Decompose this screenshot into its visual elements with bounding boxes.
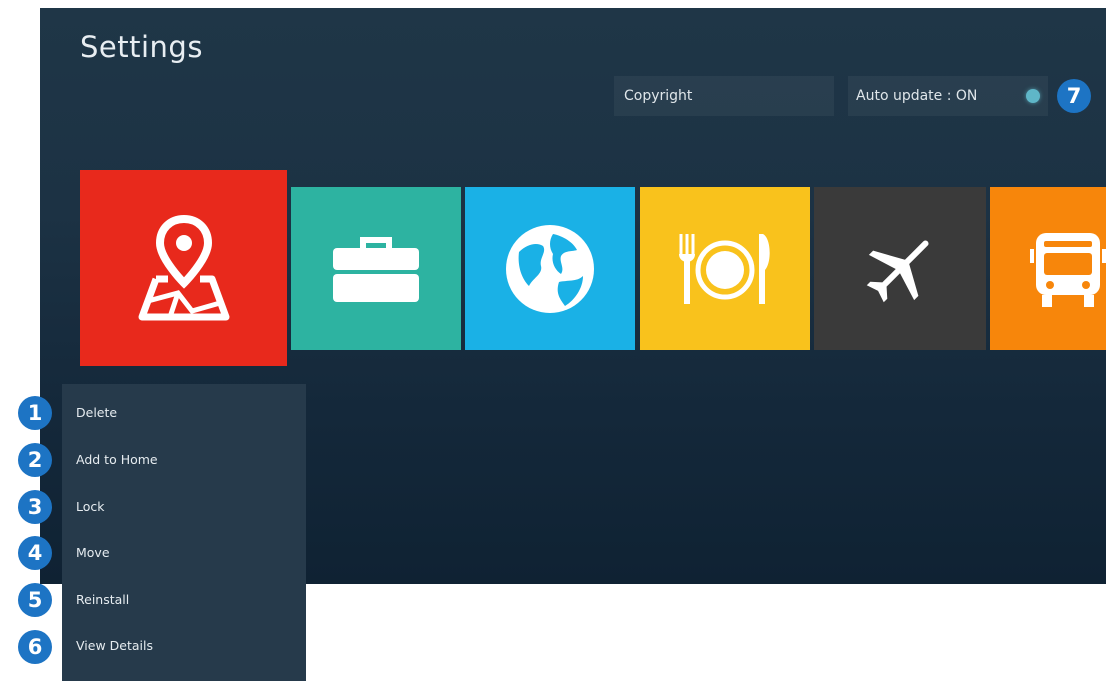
app-tile-bus[interactable]: [990, 187, 1106, 350]
globe-icon: [506, 224, 594, 313]
menu-item-delete[interactable]: Delete: [76, 403, 117, 423]
app-tile-globe[interactable]: [465, 187, 635, 350]
menu-item-lock[interactable]: Lock: [76, 497, 105, 517]
auto-update-button[interactable]: Auto update : ON: [848, 76, 1048, 116]
copyright-button[interactable]: Copyright: [614, 76, 834, 116]
bus-icon: [1030, 232, 1106, 307]
context-menu: Delete Add to Home Lock Move Reinstall V…: [62, 384, 306, 681]
app-tile-restaurant[interactable]: [640, 187, 810, 350]
app-tile-briefcase[interactable]: [291, 187, 461, 350]
callout-badge-5: 5: [18, 583, 52, 617]
menu-item-move[interactable]: Move: [76, 543, 110, 563]
callout-badge-7: 7: [1057, 79, 1091, 113]
callout-badge-3: 3: [18, 490, 52, 524]
auto-update-indicator: [1026, 89, 1040, 103]
airplane-icon: [866, 239, 929, 302]
callout-badge-6: 6: [18, 630, 52, 664]
menu-item-view-details[interactable]: View Details: [76, 636, 153, 656]
app-tile-maps[interactable]: [80, 170, 287, 366]
menu-item-reinstall[interactable]: Reinstall: [76, 590, 129, 610]
callout-badge-2: 2: [18, 443, 52, 477]
map-pin-icon: [138, 214, 229, 321]
callout-badge-1: 1: [18, 396, 52, 430]
callout-badge-4: 4: [18, 536, 52, 570]
menu-item-add-to-home[interactable]: Add to Home: [76, 450, 158, 470]
restaurant-icon: [679, 233, 770, 304]
page-title: Settings: [80, 30, 203, 64]
app-tile-flights[interactable]: [814, 187, 986, 350]
briefcase-icon: [333, 236, 419, 302]
